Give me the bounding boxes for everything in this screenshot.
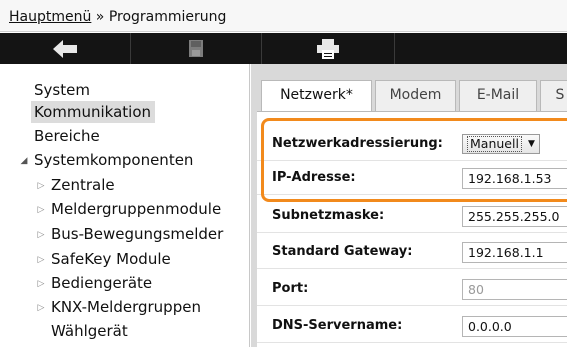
subnet-mask-field[interactable]: 255.255.255.0 [462, 206, 567, 227]
gateway-field[interactable]: 192.168.1.1 [462, 242, 567, 263]
toolbar-empty-area [395, 33, 567, 64]
sidebar-item-waehlgeraet[interactable]: Wählgerät [48, 320, 249, 342]
sidebar-item-label: SafeKey Module [51, 250, 171, 268]
port-field[interactable]: 80 [462, 279, 567, 300]
sidebar-item-kommunikation[interactable]: Kommunikation [31, 101, 249, 123]
ip-label: IP-Adresse: [272, 170, 356, 185]
sidebar-item-label: Kommunikation [31, 101, 156, 123]
sidebar-item-bus-bewegungsmelder[interactable]: ▷ Bus-Bewegungsmelder [34, 223, 249, 246]
sidebar-item-knx-meldergruppen[interactable]: ▷ KNX-Meldergruppen [34, 296, 249, 319]
breadcrumb: Hauptmenü » Programmierung [0, 0, 567, 32]
tab-netzwerk[interactable]: Netzwerk* [261, 80, 372, 112]
sidebar-tree: System Kommunikation Bereiche ◢ Systemkom… [0, 64, 250, 347]
collapsed-triangle-icon[interactable]: ▷ [34, 224, 48, 246]
sidebar-item-meldergruppenmodule[interactable]: ▷ Meldergruppenmodule [34, 198, 249, 221]
sidebar-item-label: Bediengeräte [51, 274, 153, 292]
form-row-ip: IP-Adresse: 192.168.1.53 [257, 161, 567, 195]
addressing-value: Manuell [467, 136, 522, 152]
sidebar-item-zentrale[interactable]: ▷ Zentrale [34, 174, 249, 197]
chevron-down-icon: ▼ [527, 139, 535, 149]
form-row-dns: DNS-Servername: 0.0.0.0 [257, 309, 567, 343]
addressing-label: Netzwerkadressierung: [272, 136, 443, 151]
collapsed-triangle-icon[interactable]: ▷ [34, 249, 48, 271]
addressing-select[interactable]: Manuell ▼ [462, 134, 540, 154]
form-row-subnet: Subnetzmaske: 255.255.255.0 [257, 199, 567, 233]
breadcrumb-separator: » [91, 9, 109, 25]
network-settings-panel: Netzwerkadressierung: Manuell ▼ IP-Adres… [257, 111, 567, 347]
back-button[interactable] [0, 33, 131, 64]
sidebar-item-label: KNX-Meldergruppen [51, 298, 201, 316]
expanded-triangle-icon[interactable]: ◢ [17, 150, 31, 172]
subnet-label: Subnetzmaske: [272, 208, 385, 223]
sidebar-item-label: Meldergruppenmodule [51, 200, 222, 218]
port-label: Port: [272, 281, 309, 296]
form-row-addressing: Netzwerkadressierung: Manuell ▼ [257, 127, 567, 161]
save-button[interactable] [131, 33, 262, 64]
sidebar-item-label: Bereiche [34, 127, 100, 145]
sidebar-item-safekey-module[interactable]: ▷ SafeKey Module [34, 248, 249, 271]
ip-address-field[interactable]: 192.168.1.53 [462, 168, 567, 189]
sidebar-item-label: Wählgerät [51, 322, 128, 340]
print-button[interactable] [262, 33, 395, 64]
sidebar-item-bereiche[interactable]: Bereiche [31, 125, 249, 147]
back-arrow-icon [53, 39, 77, 58]
sidebar-item-label: Zentrale [51, 176, 115, 194]
sidebar-item-label: System [34, 81, 90, 99]
main-content: Netzwerk* Modem E-Mail S Netzwerkadressi… [251, 64, 567, 347]
breadcrumb-current: Programmierung [108, 9, 227, 25]
collapsed-triangle-icon[interactable]: ▷ [34, 175, 48, 197]
toolbar [0, 33, 567, 64]
sidebar-item-bediengeraete[interactable]: ▷ Bediengeräte [34, 272, 249, 295]
sidebar-item-systemkomponenten[interactable]: ◢ Systemkomponenten [17, 149, 249, 172]
breadcrumb-home-link[interactable]: Hauptmenü [9, 9, 91, 25]
collapsed-triangle-icon[interactable]: ▷ [34, 199, 48, 221]
dns-server-field[interactable]: 0.0.0.0 [462, 316, 567, 337]
sidebar-item-label: Bus-Bewegungsmelder [51, 225, 224, 243]
form-row-port: Port: 80 [257, 272, 567, 306]
form-row-gateway: Standard Gateway: 192.168.1.1 [257, 235, 567, 269]
save-disk-icon [189, 40, 203, 57]
collapsed-triangle-icon[interactable]: ▷ [34, 273, 48, 295]
print-icon [317, 38, 339, 59]
tab-modem[interactable]: Modem [375, 80, 456, 111]
dns-label: DNS-Servername: [272, 318, 403, 333]
sidebar-item-system[interactable]: System [31, 79, 249, 101]
tab-email[interactable]: E-Mail [459, 80, 537, 111]
tab-overflow[interactable]: S [540, 80, 567, 111]
collapsed-triangle-icon[interactable]: ▷ [34, 297, 48, 319]
gateway-label: Standard Gateway: [272, 244, 413, 259]
sidebar-item-label: Systemkomponenten [34, 151, 194, 169]
